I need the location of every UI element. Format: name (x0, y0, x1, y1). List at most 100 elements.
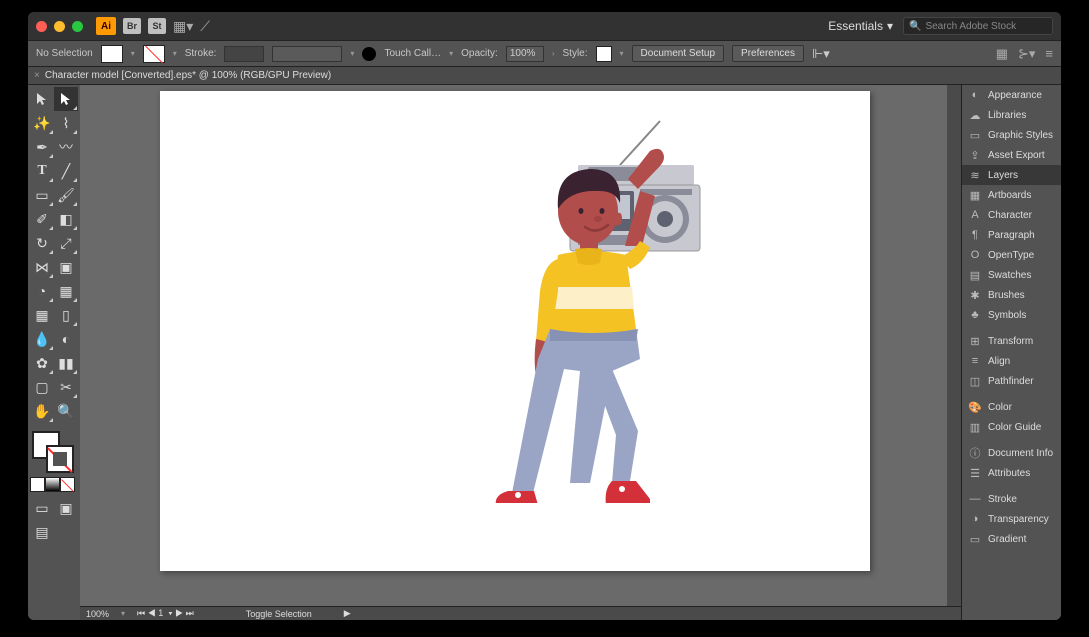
panel-appearance[interactable]: ◐Appearance (962, 85, 1061, 105)
gpu-icon[interactable]: ⟋ (200, 18, 210, 35)
fill-swatch[interactable] (101, 45, 123, 63)
eraser-tool[interactable]: ◧ (54, 207, 78, 231)
stroke-swatch[interactable] (143, 45, 165, 63)
screen-mode-normal[interactable]: ▭ (30, 496, 54, 520)
slice-tool[interactable]: ✂ (54, 375, 78, 399)
column-graph-tool[interactable]: ▮▮ (54, 351, 78, 375)
panel-transform[interactable]: ⊞Transform (962, 331, 1061, 351)
panel-label: Libraries (988, 110, 1026, 121)
canvas-area[interactable]: 100% ▾ ⏮ ◀ 1 ▾ ▶ ⏭ Toggle Selection ▶ (80, 85, 961, 620)
color-mode-gradient[interactable] (45, 477, 60, 492)
shaper-tool[interactable]: ✐ (30, 207, 54, 231)
panel-attributes[interactable]: ☰ Attributes (962, 463, 1061, 483)
perspective-grid-tool[interactable]: ▦ (54, 279, 78, 303)
type-tool[interactable]: T (30, 159, 54, 183)
panel-pathfinder[interactable]: ◫Pathfinder (962, 371, 1061, 391)
swatches-icon: ▤ (968, 268, 982, 282)
zoom-tool[interactable]: 🔍 (54, 399, 78, 423)
style-label: Style: (563, 48, 588, 59)
panel-color-guide[interactable]: ▥Color Guide (962, 417, 1061, 437)
search-stock-input[interactable]: 🔍 Search Adobe Stock (903, 17, 1053, 35)
preferences-button[interactable]: Preferences (732, 45, 804, 62)
artboard-tool[interactable]: ▢ (30, 375, 54, 399)
panel-symbols[interactable]: ♣Symbols (962, 305, 1061, 325)
free-transform-tool[interactable]: ▣ (54, 255, 78, 279)
panel-document-info[interactable]: ⓘDocument Info (962, 443, 1061, 463)
rectangle-tool[interactable]: ▭ (30, 183, 54, 207)
panel-libraries[interactable]: ☁Libraries (962, 105, 1061, 125)
stroke-icon: — (968, 492, 982, 506)
document-tab-title[interactable]: Character model [Converted].eps* @ 100% … (45, 70, 331, 81)
panel-transparency[interactable]: ◑Transparency (962, 509, 1061, 529)
panel-brushes[interactable]: ✱Brushes (962, 285, 1061, 305)
hand-tool[interactable]: ✋ (30, 399, 54, 423)
vertical-scrollbar[interactable] (947, 85, 961, 606)
document-setup-button[interactable]: Document Setup (632, 45, 725, 62)
menu-icon[interactable]: ≡ (1045, 46, 1053, 62)
panel-align[interactable]: ≡Align (962, 351, 1061, 371)
symbol-sprayer-tool[interactable]: ✿ (30, 351, 54, 375)
opacity-input[interactable]: 100% (506, 46, 544, 62)
artboard-nav[interactable]: ⏮ ◀ 1 ▾ ▶ ⏭ (137, 608, 194, 619)
gradient-tool[interactable]: ▯ (54, 303, 78, 327)
scale-tool[interactable]: ⤢ (54, 231, 78, 255)
pen-tool[interactable]: ✒ (30, 135, 54, 159)
panel-layers[interactable]: ≋Layers (962, 165, 1061, 185)
attributes-icon: ☰ (968, 466, 982, 480)
brush-label[interactable]: Touch Call… (384, 48, 441, 59)
transform-icon[interactable]: ⊱▾ (1018, 46, 1035, 62)
panel-opentype[interactable]: OOpenType (962, 245, 1061, 265)
snap-icon[interactable]: ▦ (996, 46, 1008, 62)
edit-toolbar[interactable]: ▤ (30, 520, 54, 544)
rotate-tool[interactable]: ↻ (30, 231, 54, 255)
play-icon[interactable]: ▶ (344, 608, 351, 619)
paragraph-icon: ¶ (968, 228, 982, 242)
minimize-window[interactable] (54, 21, 65, 32)
character-artwork (160, 91, 870, 571)
panel-color[interactable]: 🎨Color (962, 397, 1061, 417)
panel-gradient[interactable]: ▭Gradient (962, 529, 1061, 549)
maximize-window[interactable] (72, 21, 83, 32)
panel-label: Gradient (988, 534, 1026, 545)
width-tool[interactable]: ⋈ (30, 255, 54, 279)
opacity-chevron[interactable]: › (552, 49, 555, 58)
close-window[interactable] (36, 21, 47, 32)
panel-swatches[interactable]: ▤Swatches (962, 265, 1061, 285)
direct-selection-tool[interactable] (54, 87, 78, 111)
blend-tool[interactable]: ◐ (54, 327, 78, 351)
artboard[interactable] (160, 91, 870, 571)
color-mode-solid[interactable] (30, 477, 45, 492)
shape-builder-tool[interactable]: ◔ (30, 279, 54, 303)
panel-asset-export[interactable]: ⇪Asset Export (962, 145, 1061, 165)
style-swatch[interactable] (596, 46, 612, 62)
screen-mode-full[interactable]: ▣ (54, 496, 78, 520)
selection-tool[interactable] (30, 87, 54, 111)
stroke-color[interactable] (46, 445, 74, 473)
paintbrush-tool[interactable]: 🖌 (54, 183, 78, 207)
stock-badge[interactable]: St (148, 18, 166, 34)
lasso-tool[interactable]: ⌇ (54, 111, 78, 135)
color-mode-none[interactable] (60, 477, 75, 492)
panel-character[interactable]: ACharacter (962, 205, 1061, 225)
curvature-tool[interactable]: 〰 (54, 135, 78, 159)
panel-paragraph[interactable]: ¶Paragraph (962, 225, 1061, 245)
panel-graphic-styles[interactable]: ▭Graphic Styles (962, 125, 1061, 145)
panel-label: Attributes (988, 468, 1030, 479)
panel-artboards[interactable]: ▦Artboards (962, 185, 1061, 205)
stroke-weight-input[interactable] (224, 46, 264, 62)
line-segment-tool[interactable]: ╱ (54, 159, 78, 183)
panel-stroke[interactable]: —Stroke (962, 489, 1061, 509)
fill-stroke-control[interactable] (30, 429, 76, 475)
zoom-level[interactable]: 100% (86, 609, 109, 619)
brushes-icon: ✱ (968, 288, 982, 302)
mesh-tool[interactable]: ▦ (30, 303, 54, 327)
close-tab-icon[interactable]: × (34, 70, 40, 81)
workspace-switcher[interactable]: Essentials ▾ (828, 19, 893, 33)
arrange-documents-icon[interactable]: ▦▾ (173, 18, 193, 35)
magic-wand-tool[interactable]: ✨ (30, 111, 54, 135)
eyedropper-tool[interactable]: 💧 (30, 327, 54, 351)
bridge-badge[interactable]: Br (123, 18, 141, 34)
align-to-icon[interactable]: ⊩▾ (812, 46, 830, 62)
panel-label: OpenType (988, 250, 1034, 261)
variable-width-profile[interactable] (272, 46, 342, 62)
